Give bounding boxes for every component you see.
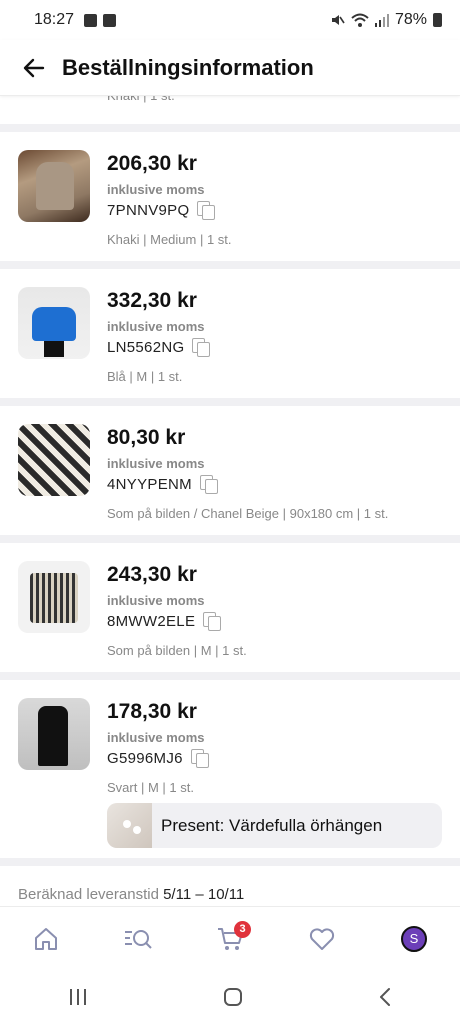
item-price: 243,30 kr [107,563,197,586]
product-image[interactable] [18,150,90,222]
search-icon [125,929,152,949]
item-variant: Som på bilden | M | 1 st. [107,643,247,658]
item-price: 206,30 kr [107,152,197,175]
copy-icon[interactable] [203,612,222,631]
gallery-notification-icon [84,13,98,27]
list-item[interactable]: 243,30 kr inklusive moms 8MWW2ELE Som på… [0,543,460,672]
gift-image [107,803,152,848]
item-code-row: LN5562NG [107,338,211,357]
app-bar: Beställningsinformation [0,40,460,96]
bottom-nav: 3 S [0,906,460,970]
item-variant: Blå | M | 1 st. [107,369,183,384]
status-right: 78% [329,11,442,29]
item-vat-label: inklusive moms [107,456,205,471]
item-code: 4NYYPENM [107,475,192,493]
list-item[interactable]: 178,30 kr inklusive moms G5996MJ6 Svart … [0,680,460,858]
item-vat-label: inklusive moms [107,730,205,745]
mute-icon [331,15,345,25]
list-item[interactable]: 80,30 kr inklusive moms 4NYYPENM Som på … [0,406,460,535]
cart-badge: 3 [234,920,251,938]
system-nav-bar [0,970,460,1024]
item-code: G5996MJ6 [107,749,183,767]
copy-icon[interactable] [190,749,209,768]
item-variant: Khaki | Medium | 1 st. [107,232,232,247]
item-vat-label: inklusive moms [107,593,205,608]
nav-search[interactable] [118,919,158,959]
item-vat-label: inklusive moms [107,319,205,334]
product-image[interactable] [18,561,90,633]
status-notification-icons [84,13,117,27]
nav-wishlist[interactable] [302,919,342,959]
home-button-icon[interactable] [223,987,243,1007]
copy-icon[interactable] [199,475,218,494]
item-code: 8MWW2ELE [107,612,196,630]
signal-icon [374,14,389,27]
item-code: LN5562NG [107,338,185,356]
avatar: S [401,925,427,952]
wifi-icon [351,13,369,27]
back-button[interactable] [12,46,56,90]
item-vat-label: inklusive moms [107,182,205,197]
list-item-partial: Khaki | 1 st. [0,96,460,124]
list-item[interactable]: 332,30 kr inklusive moms LN5562NG Blå | … [0,269,460,398]
delivery-dates: 5/11 – 10/11 [163,886,245,903]
item-price: 178,30 kr [107,700,197,723]
item-price: 80,30 kr [107,426,186,449]
battery-percent: 78% [394,11,427,28]
recent-apps-icon[interactable] [68,988,88,1006]
status-bar: 18:27 78% [0,0,460,40]
list-item[interactable]: 206,30 kr inklusive moms 7PNNV9PQ Khaki … [0,132,460,261]
back-nav-icon[interactable] [378,987,392,1007]
home-icon [35,927,57,950]
heart-icon [309,927,335,950]
delivery-estimate: Beräknad leveranstid 5/11 – 10/11 [0,866,460,906]
nav-home[interactable] [26,919,66,959]
item-code-row: G5996MJ6 [107,749,209,768]
item-code-row: 7PNNV9PQ [107,201,216,220]
page-title: Beställningsinformation [62,54,314,80]
item-code-row: 4NYYPENM [107,475,218,494]
gift-chip[interactable]: Present: Värdefulla örhängen [107,803,442,848]
status-time: 18:27 [34,11,75,28]
copy-icon[interactable] [192,338,211,357]
product-image[interactable] [18,287,90,359]
arrow-left-icon [23,58,45,77]
item-variant: Khaki | 1 st. [107,96,175,103]
item-variant: Svart | M | 1 st. [107,780,194,795]
item-code: 7PNNV9PQ [107,201,190,219]
item-price: 332,30 kr [107,289,197,312]
battery-icon [433,13,442,27]
copy-icon[interactable] [197,201,216,220]
nav-cart[interactable]: 3 [210,919,251,959]
delivery-label: Beräknad leveranstid [18,886,159,903]
nav-profile[interactable]: S [394,919,434,959]
item-variant: Som på bilden / Chanel Beige | 90x180 cm… [107,506,389,521]
product-image[interactable] [18,698,90,770]
item-code-row: 8MWW2ELE [107,612,222,631]
gift-label: Present: Värdefulla örhängen [161,815,383,835]
product-image[interactable] [18,424,90,496]
order-items-list[interactable]: Khaki | 1 st. 206,30 kr inklusive moms 7… [0,96,460,906]
app-notification-icon [103,13,117,27]
